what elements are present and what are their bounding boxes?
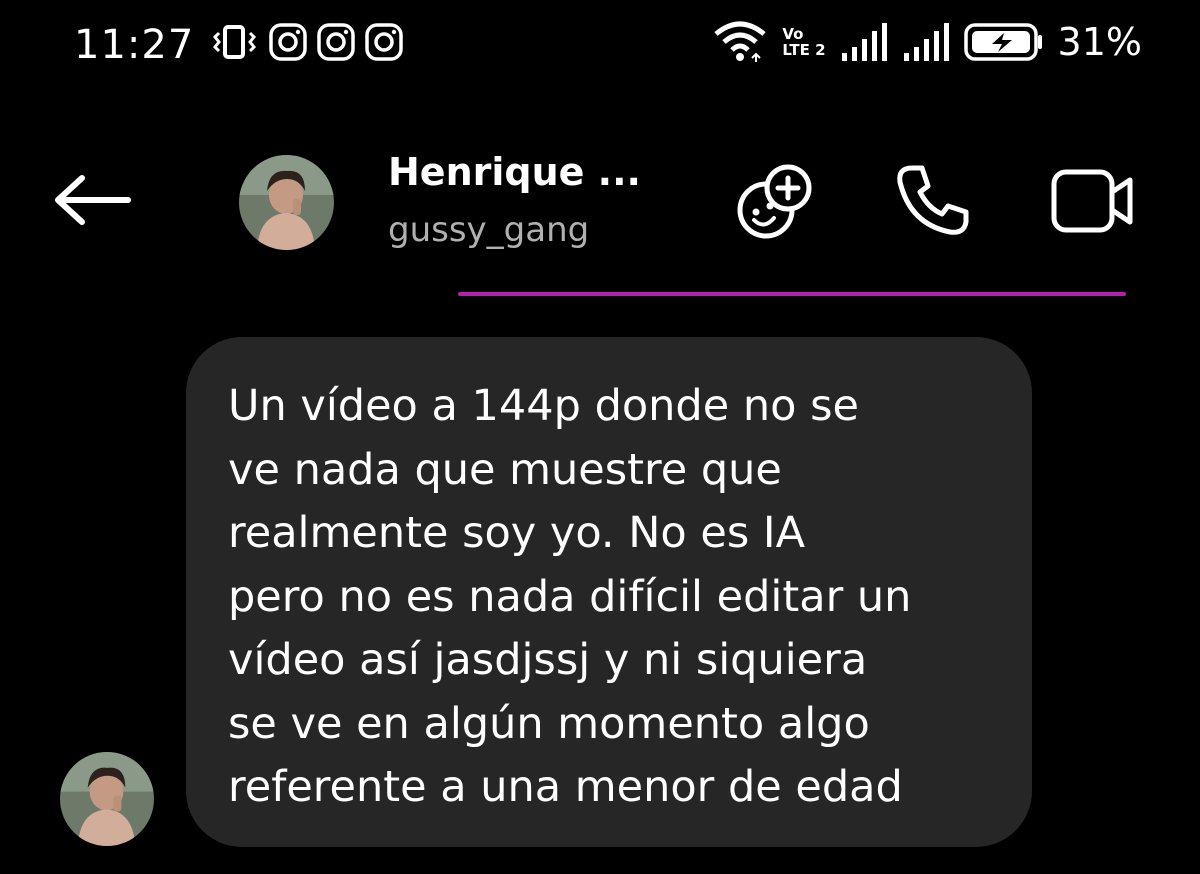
back-arrow-icon[interactable] — [52, 172, 132, 228]
voice-call-icon[interactable] — [892, 162, 972, 238]
battery-charging-icon — [963, 23, 1042, 61]
loading-progress-bar — [458, 292, 1126, 296]
message-text: Un vídeo a 144p donde no se ve nada que … — [228, 381, 912, 812]
contact-username[interactable]: gussy_gang — [388, 210, 589, 250]
contact-name[interactable]: Henrique ... — [388, 150, 641, 194]
volte-icon: Vo LTE 2 — [782, 26, 825, 58]
video-call-icon[interactable] — [1050, 168, 1136, 234]
instagram-icon — [317, 23, 355, 61]
instagram-icon — [269, 23, 307, 61]
message-bubble[interactable]: Un vídeo a 144p donde no se ve nada que … — [186, 337, 1032, 847]
volte-top-label: Vo — [782, 25, 804, 43]
battery-percent: 31% — [1057, 20, 1142, 64]
wifi-icon — [714, 21, 766, 62]
vibrate-icon — [212, 25, 257, 59]
notification-icons — [210, 22, 404, 62]
effects-icon[interactable] — [732, 162, 816, 242]
sender-avatar[interactable] — [60, 752, 154, 846]
instagram-icon — [365, 23, 403, 61]
status-time: 11:27 — [74, 22, 195, 68]
system-status-icons: Vo LTE 2 31% — [712, 20, 1142, 64]
signal-icon — [903, 23, 949, 61]
volte-bottom-label: LTE 2 — [782, 41, 826, 59]
chat-screen: 11:27 Vo LTE 2 31% Henrique ... gussy_ga… — [0, 0, 1200, 874]
header-avatar[interactable] — [239, 155, 334, 250]
signal-icon — [841, 23, 887, 61]
